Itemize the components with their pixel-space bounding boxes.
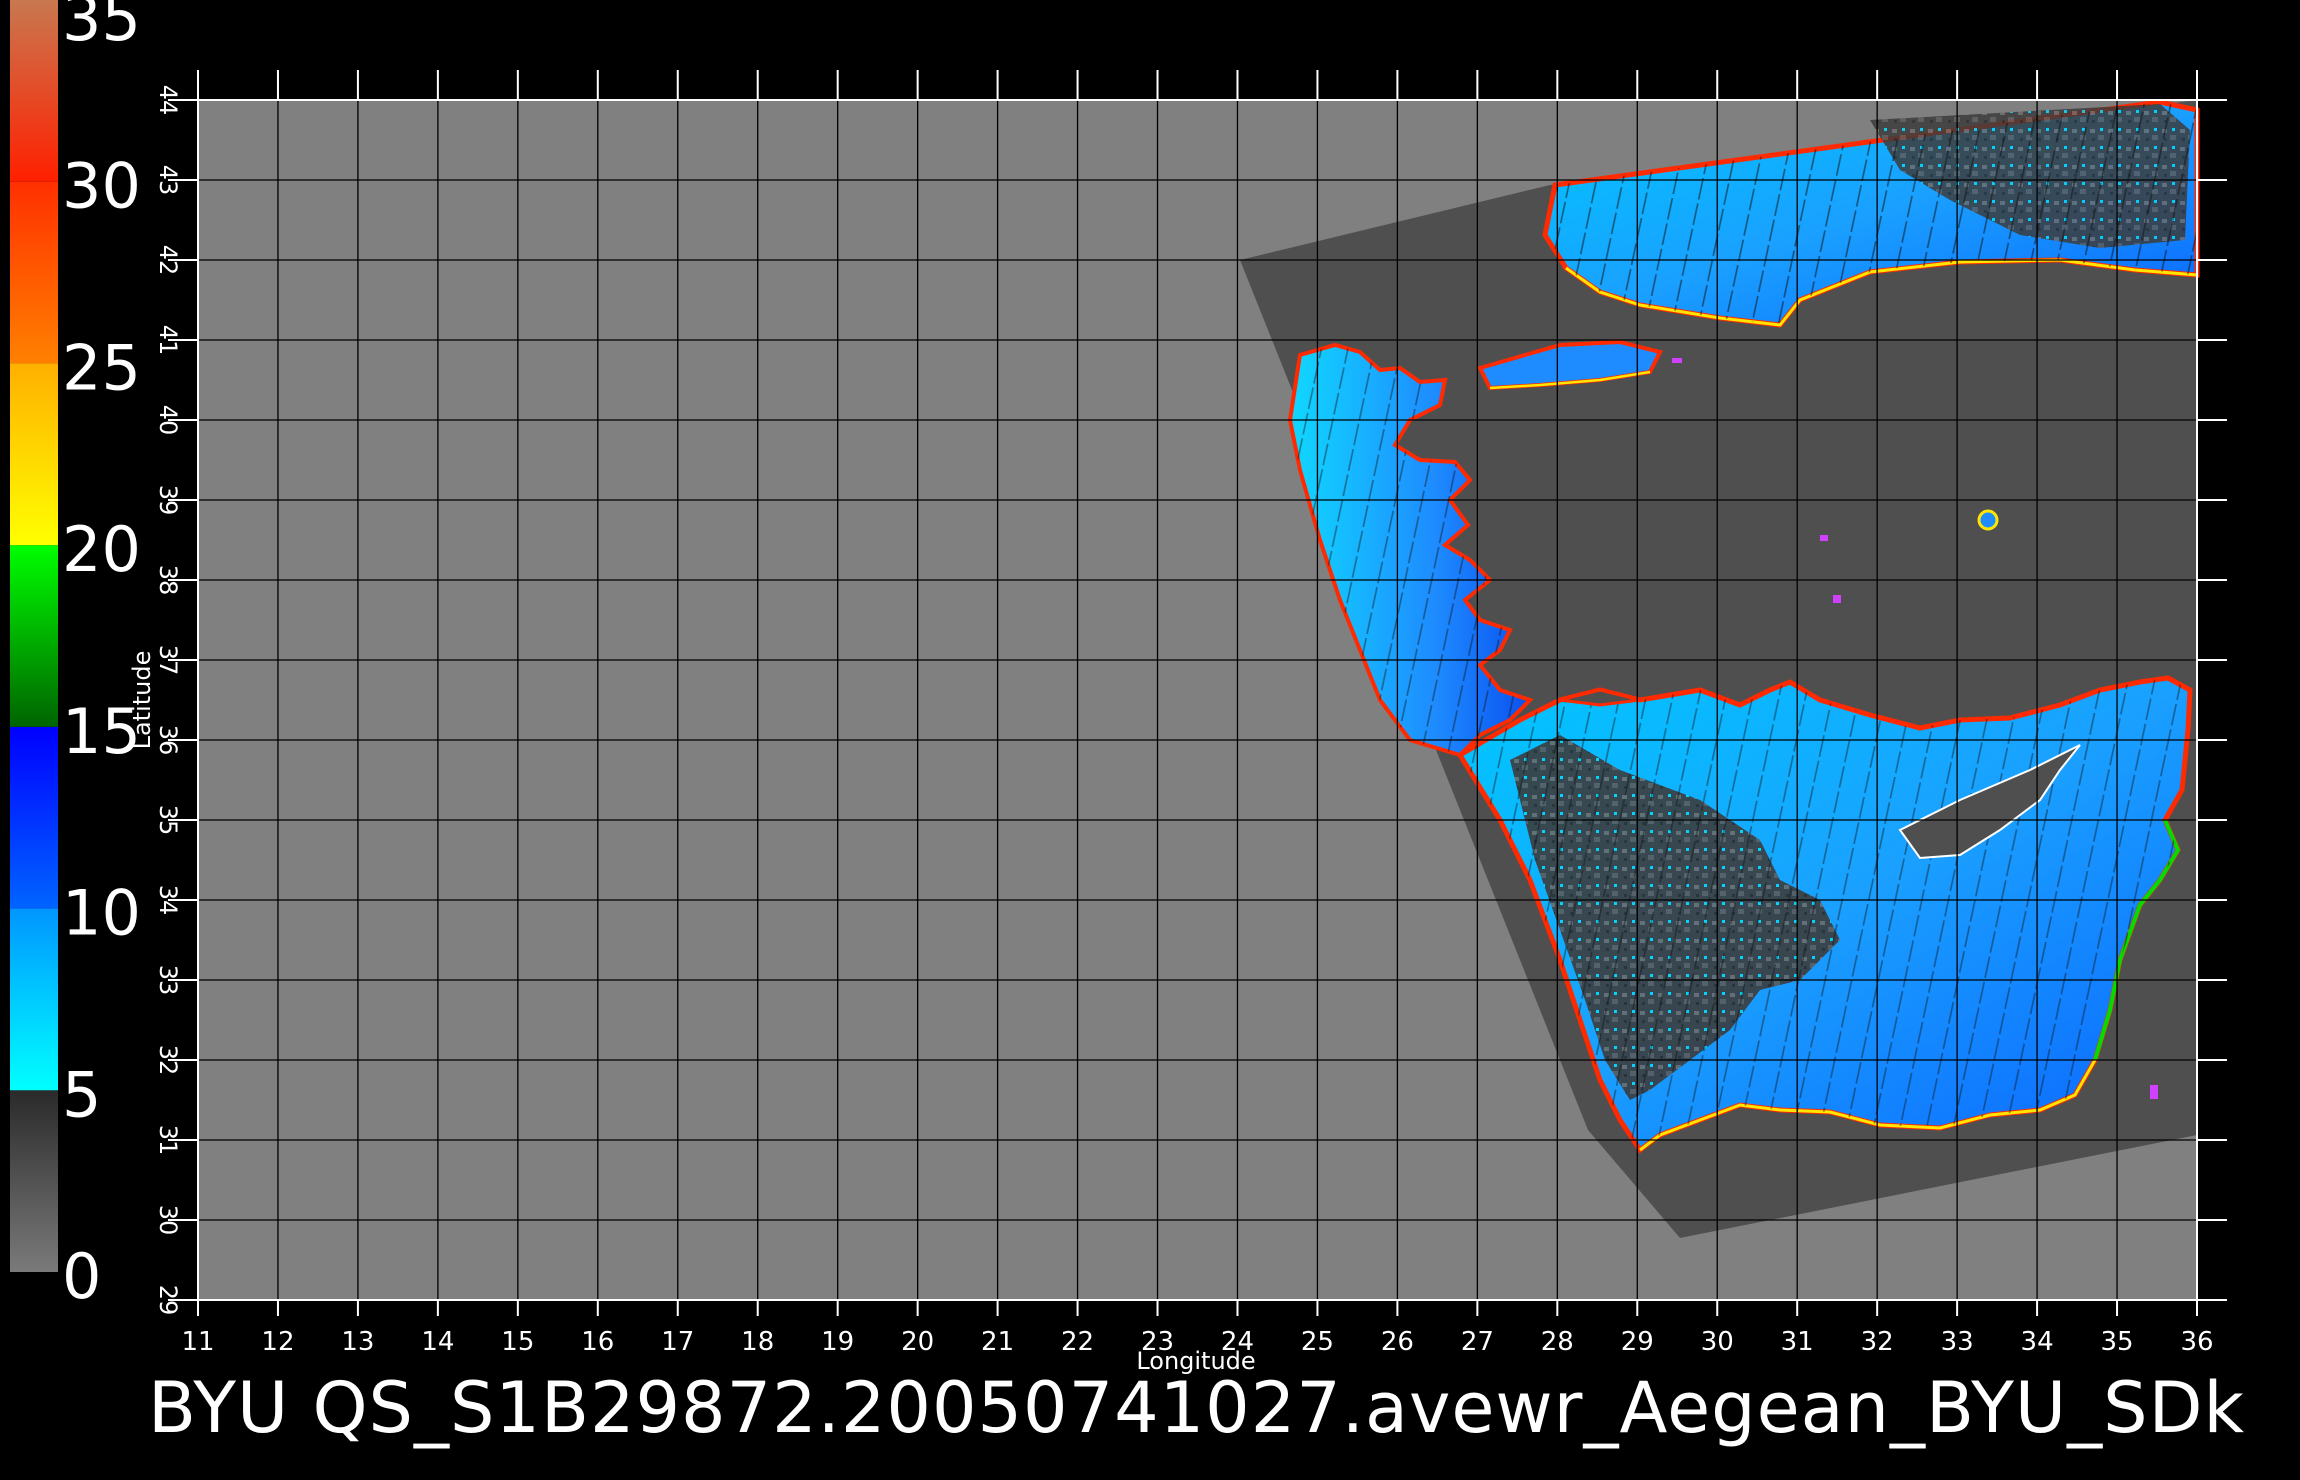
lat-tick-label: 32 — [154, 1045, 182, 1076]
colorbar-segment — [10, 908, 58, 1091]
lon-tick-label: 18 — [741, 1327, 774, 1357]
lon-tick-label: 15 — [501, 1327, 534, 1357]
lat-tick-label: 44 — [154, 85, 182, 116]
lat-tick-label: 43 — [154, 165, 182, 196]
lat-tick-label: 33 — [154, 965, 182, 996]
colorbar-segment — [10, 363, 58, 546]
colorbar-segment — [10, 726, 58, 909]
lon-tick-label: 16 — [581, 1327, 614, 1357]
lat-tick-label: 31 — [154, 1125, 182, 1156]
lon-tick-label: 32 — [1861, 1327, 1894, 1357]
lon-tick-label: 14 — [421, 1327, 454, 1357]
colorbar-tick-label: 20 — [62, 513, 141, 586]
lon-tick-label: 34 — [2021, 1327, 2054, 1357]
colorbar-segment — [10, 1090, 58, 1272]
lat-tick-label: 34 — [154, 885, 182, 916]
colorbar-tick-label: 25 — [62, 331, 141, 404]
colorbar-segment — [10, 0, 58, 182]
colorbar-tick-label: 30 — [62, 150, 141, 223]
lon-tick-label: 11 — [181, 1327, 214, 1357]
colorbar-tick-label: 10 — [62, 877, 141, 950]
lon-tick-label: 13 — [341, 1327, 374, 1357]
lon-tick-label: 22 — [1061, 1327, 1094, 1357]
lat-tick-label: 29 — [154, 1285, 182, 1316]
lat-tick-label: 36 — [154, 725, 182, 756]
lon-tick-label: 12 — [261, 1327, 294, 1357]
colorbar-tick-label: 5 — [62, 1058, 101, 1131]
figure-caption: BYU QS_S1B29872.20050741027.avewr_Aegean… — [148, 1367, 2246, 1449]
lon-tick-label: 25 — [1301, 1327, 1334, 1357]
lon-tick-label: 28 — [1541, 1327, 1574, 1357]
lon-tick-label: 20 — [901, 1327, 934, 1357]
colorbar-tick-label: 35 — [62, 0, 141, 55]
lon-tick-label: 26 — [1381, 1327, 1414, 1357]
lat-tick-label: 40 — [154, 405, 182, 436]
lat-tick-label: 39 — [154, 485, 182, 516]
lon-tick-label: 27 — [1461, 1327, 1494, 1357]
lat-tick-label: 41 — [154, 325, 182, 356]
y-axis-label: Latitude — [128, 651, 156, 750]
lat-tick-label: 38 — [154, 565, 182, 596]
colorbar-tick-label: 0 — [62, 1240, 101, 1313]
lon-tick-label: 33 — [1941, 1327, 1974, 1357]
lat-tick-label: 35 — [154, 805, 182, 836]
lon-tick-label: 30 — [1701, 1327, 1734, 1357]
colorbar — [10, 0, 58, 1272]
lon-tick-label: 36 — [2180, 1327, 2213, 1357]
colorbar-segment — [10, 545, 58, 727]
lon-tick-label: 29 — [1621, 1327, 1654, 1357]
lon-tick-label: 31 — [1781, 1327, 1814, 1357]
lat-tick-label: 30 — [154, 1205, 182, 1236]
lat-tick-label: 42 — [154, 245, 182, 276]
lon-tick-label: 21 — [981, 1327, 1014, 1357]
wind-map-figure: 0 5 10 15 20 25 30 35 11 12 13 14 15 16 17 18 1… — [10, 0, 2227, 1375]
lat-tick-label: 37 — [154, 645, 182, 676]
lon-tick-label: 17 — [661, 1327, 694, 1357]
lon-tick-label: 19 — [821, 1327, 854, 1357]
lon-tick-label: 35 — [2100, 1327, 2133, 1357]
colorbar-segment — [10, 181, 58, 364]
